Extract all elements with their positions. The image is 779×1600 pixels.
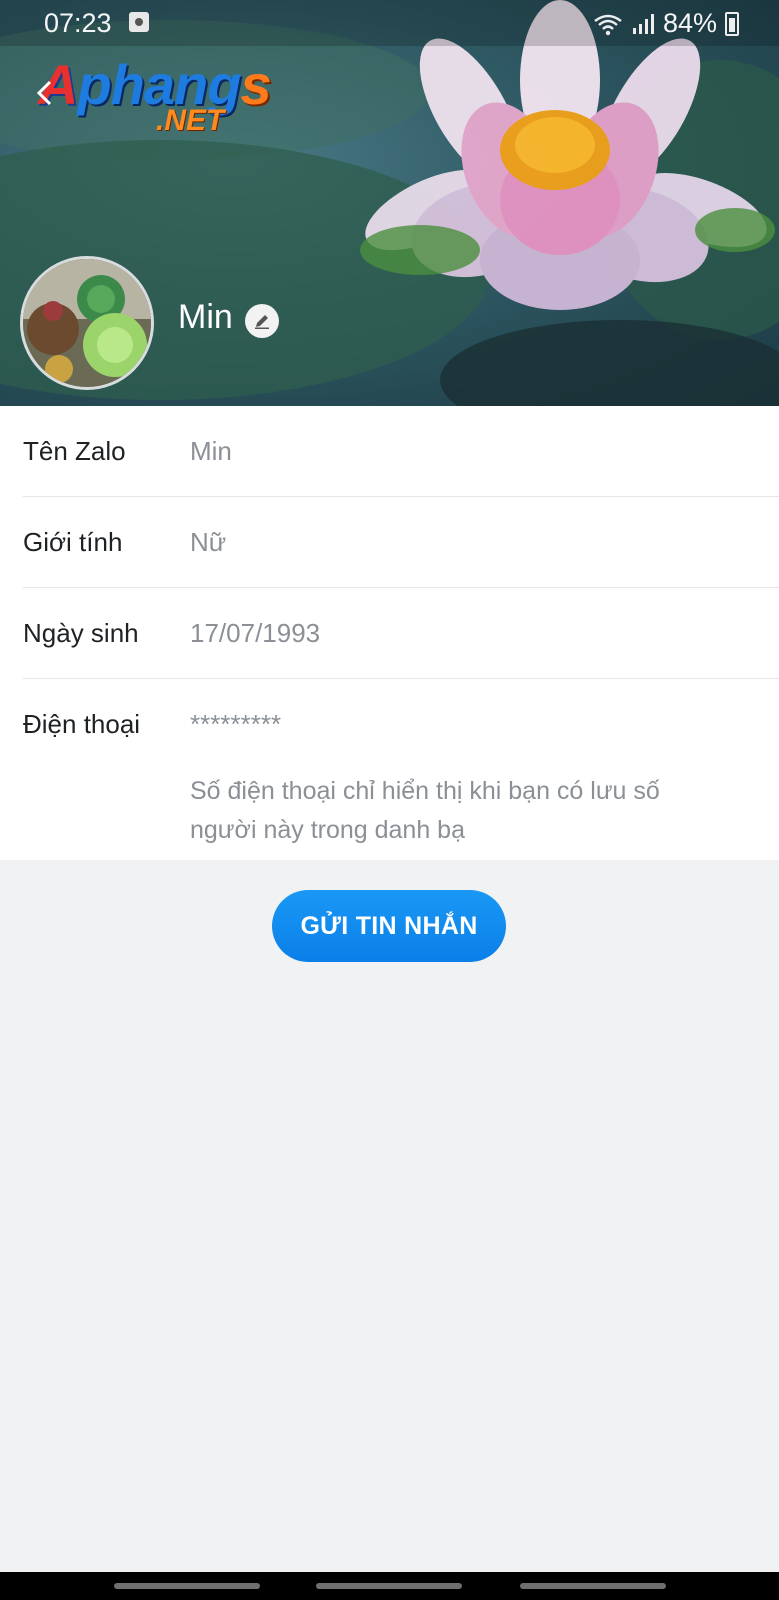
info-label: Ngày sinh — [23, 618, 139, 648]
info-row-birthday: Ngày sinh 17/07/1993 — [23, 588, 779, 679]
avatar[interactable] — [20, 256, 154, 390]
nav-handle-center[interactable] — [316, 1583, 462, 1589]
edit-name-button[interactable] — [245, 304, 279, 338]
system-nav-bar — [0, 1572, 779, 1600]
watermark-net-text: .NET — [156, 104, 225, 137]
send-message-button[interactable]: GỬI TIN NHẮN — [272, 890, 506, 962]
info-value: 17/07/1993 — [190, 618, 321, 648]
info-label: Điện thoại — [23, 709, 141, 739]
watermark-main-text: Aphangs — [38, 53, 272, 116]
cover-photo[interactable]: 07:23 84% Aphangs .NET Min — [0, 0, 779, 406]
battery-icon — [725, 11, 739, 36]
profile-info-card: Tên Zalo Min Giới tính Nữ Ngày sinh 17/0… — [0, 406, 779, 860]
phone-visibility-note: Số điện thoại chỉ hiển thị khi bạn có lư… — [190, 777, 660, 844]
pencil-icon — [255, 315, 269, 329]
status-indicators: 84% — [593, 8, 739, 39]
watermark-logo: Aphangs .NET — [38, 52, 278, 142]
info-row-phone: Điện thoại ********* Số điện thoại chỉ h… — [23, 679, 779, 859]
info-row-gender: Giới tính Nữ — [23, 497, 779, 588]
info-label: Tên Zalo — [23, 436, 126, 466]
back-arrow-icon[interactable] — [34, 78, 54, 108]
info-value: Nữ — [190, 527, 227, 557]
status-time: 07:23 — [44, 8, 112, 38]
info-label: Giới tính — [23, 527, 123, 557]
info-value: ********* — [190, 709, 282, 739]
signal-icon — [632, 13, 654, 34]
nav-handle-right[interactable] — [520, 1583, 666, 1589]
battery-percent: 84% — [662, 8, 717, 38]
profile-name: Min — [178, 298, 233, 336]
wifi-icon — [594, 14, 622, 35]
notification-app-icon — [129, 12, 149, 32]
succulent-avatar-image — [23, 259, 151, 387]
info-row-zalo-name: Tên Zalo Min — [23, 406, 779, 497]
nav-handle-left[interactable] — [114, 1583, 260, 1589]
info-value: Min — [190, 436, 232, 466]
status-bar: 07:23 84% — [0, 0, 779, 46]
